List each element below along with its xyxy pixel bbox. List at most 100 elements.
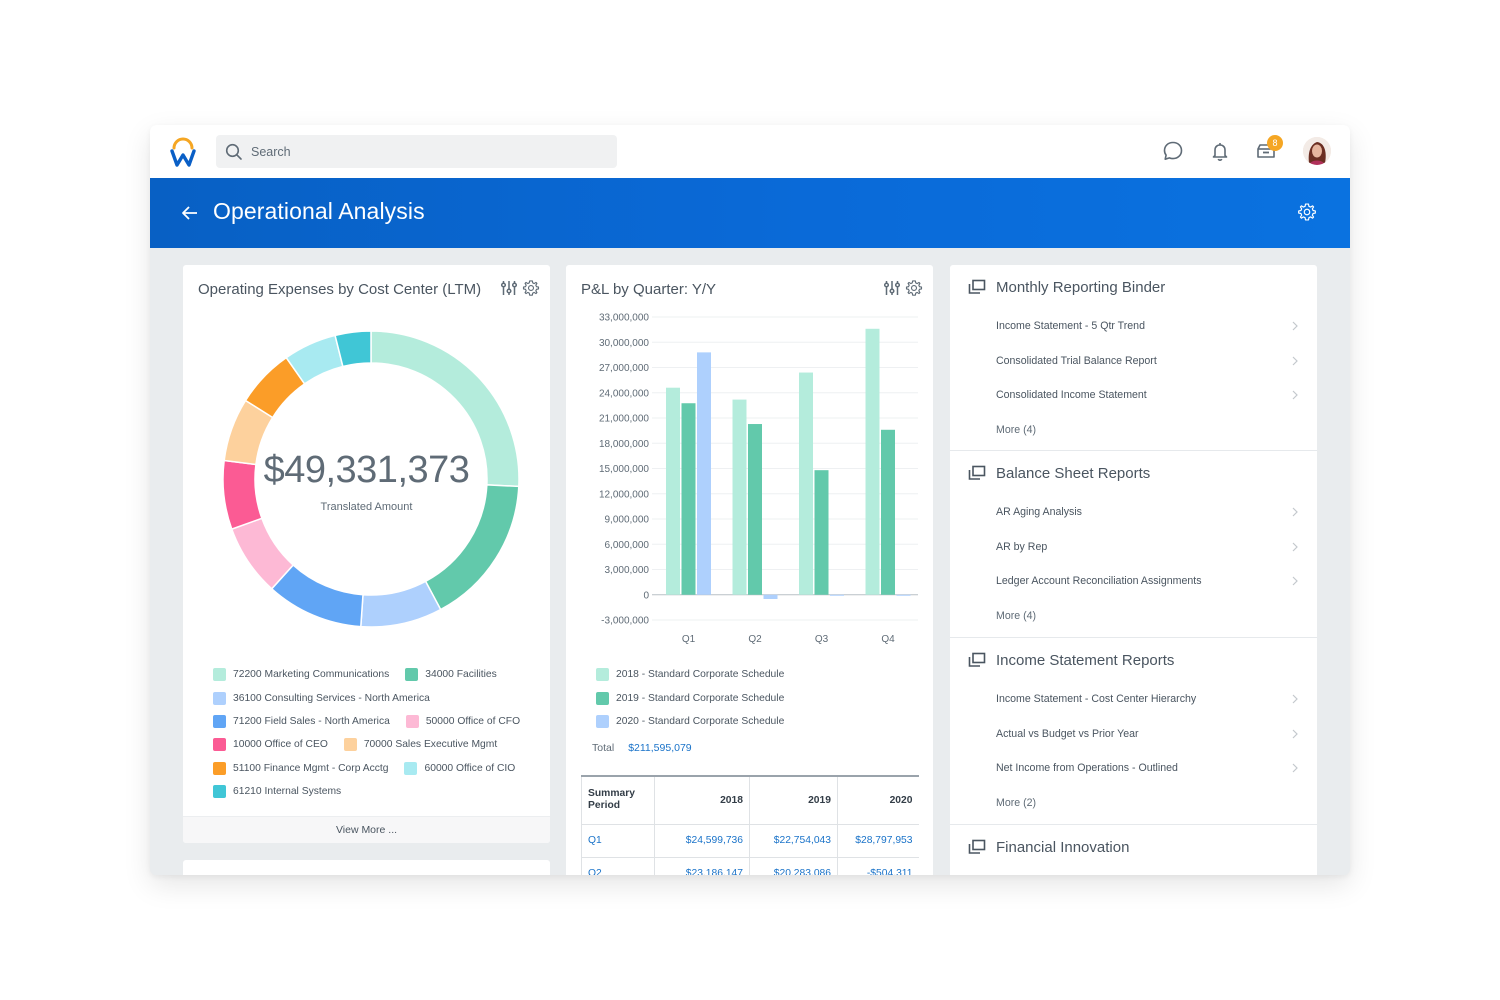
report-link[interactable]: Net Income from Operations - Outlined xyxy=(950,751,1317,785)
more-link[interactable]: More (2) xyxy=(950,785,1317,821)
chevron-right-icon xyxy=(1292,356,1298,366)
legend-item[interactable]: 36100 Consulting Services - North Americ… xyxy=(213,691,430,705)
filter-sliders-icon[interactable] xyxy=(500,279,518,297)
report-section-header[interactable]: Balance Sheet Reports xyxy=(950,451,1317,495)
chevron-right-icon xyxy=(1292,763,1298,773)
report-section: Financial Innovation xyxy=(950,825,1317,875)
bar[interactable] xyxy=(865,328,880,595)
report-section-header[interactable]: Monthly Reporting Binder xyxy=(950,265,1317,309)
legend-item[interactable]: 10000 Office of CEO xyxy=(213,738,328,752)
legend-item[interactable]: 2020 - Standard Corporate Schedule xyxy=(596,710,784,733)
search-bar[interactable] xyxy=(216,135,617,168)
bar[interactable] xyxy=(748,424,762,595)
report-link-label: Income Statement - Cost Center Hierarchy xyxy=(996,693,1197,706)
table-cell-link[interactable]: $28,797,953 xyxy=(837,823,919,858)
legend-item[interactable]: 70000 Sales Executive Mgmt xyxy=(343,738,497,752)
bar[interactable] xyxy=(881,429,895,595)
y-tick-label: 30,000,000 xyxy=(599,338,649,349)
total-value-link[interactable]: $211,595,079 xyxy=(628,742,691,754)
gear-icon[interactable] xyxy=(1297,202,1317,222)
legend-item[interactable]: 50000 Office of CFO xyxy=(405,714,520,728)
legend-row: 10000 Office of CEO 70000 Sales Executive… xyxy=(213,733,543,756)
more-link[interactable]: More (4) xyxy=(950,412,1317,448)
y-tick-label: 3,000,000 xyxy=(605,565,650,576)
more-link[interactable]: More (4) xyxy=(950,598,1317,634)
legend-item[interactable]: 60000 Office of CIO xyxy=(404,761,516,775)
report-link[interactable]: Consolidated Trial Balance Report xyxy=(950,343,1317,377)
legend-label: 60000 Office of CIO xyxy=(424,762,516,774)
table-cell-link[interactable]: Q1 xyxy=(581,823,655,858)
table-cell-link[interactable]: $23,186,147 xyxy=(654,856,750,875)
report-section: Income Statement Reports Income Statement… xyxy=(950,638,1317,825)
column-header[interactable]: 2020 xyxy=(837,775,919,825)
workday-logo[interactable] xyxy=(170,136,196,168)
report-link-label: Consolidated Income Statement xyxy=(996,388,1147,401)
arrow-left-icon[interactable] xyxy=(180,203,200,223)
bar[interactable] xyxy=(763,594,778,599)
report-link[interactable]: Ledger Account Reconciliation Assignment… xyxy=(950,564,1317,598)
chat-icon[interactable] xyxy=(1161,139,1185,163)
table-cell-link[interactable]: $20,283,086 xyxy=(749,856,838,875)
search-input[interactable] xyxy=(251,144,581,159)
y-tick-label: -3,000,000 xyxy=(601,616,649,627)
legend-item[interactable]: 51100 Finance Mgmt - Corp Acctg xyxy=(213,761,389,775)
table-row: Q2 $23,186,147 $20,283,086 -$504,311 xyxy=(581,856,919,875)
donut-slice[interactable] xyxy=(359,580,442,628)
table-cell-link[interactable]: -$504,311 xyxy=(837,856,919,875)
report-link-label: Actual vs Budget vs Prior Year xyxy=(996,727,1139,740)
view-more-button[interactable]: View More ... xyxy=(183,816,550,843)
report-section-title: Monthly Reporting Binder xyxy=(996,278,1166,296)
y-tick-label: 24,000,000 xyxy=(599,388,649,399)
user-photo-icon xyxy=(1303,137,1331,165)
column-header[interactable]: Summary Period xyxy=(581,775,655,825)
report-link[interactable]: AR Aging Analysis xyxy=(950,495,1317,529)
column-header[interactable]: 2019 xyxy=(749,775,838,825)
column-header[interactable]: 2018 xyxy=(654,775,750,825)
bar[interactable] xyxy=(666,387,680,595)
legend-item[interactable]: 71200 Field Sales - North America xyxy=(213,714,390,728)
bar[interactable] xyxy=(896,594,911,596)
report-section-header[interactable]: Financial Innovation xyxy=(950,825,1317,869)
report-section-header[interactable]: Income Statement Reports xyxy=(950,638,1317,682)
report-link[interactable]: Consolidated Income Statement xyxy=(950,378,1317,412)
legend-swatch xyxy=(596,714,609,728)
report-link[interactable]: Actual vs Budget vs Prior Year xyxy=(950,716,1317,750)
legend-label: 2020 - Standard Corporate Schedule xyxy=(616,715,785,727)
report-link[interactable]: Income Statement - Cost Center Hierarchy xyxy=(950,682,1317,716)
legend-label: 51100 Finance Mgmt - Corp Acctg xyxy=(233,762,389,774)
legend-label: 34000 Facilities xyxy=(425,669,497,681)
table-header-row: Summary Period 2018 2019 2020 xyxy=(581,775,919,825)
donut-total: $49,331,373 xyxy=(263,449,470,491)
bar[interactable] xyxy=(732,399,747,595)
table-cell-link[interactable]: $24,599,736 xyxy=(654,823,750,858)
legend-label: 36100 Consulting Services - North Americ… xyxy=(233,692,430,704)
report-link[interactable]: AR by Rep xyxy=(950,529,1317,563)
filter-sliders-icon[interactable] xyxy=(883,279,901,297)
bar[interactable] xyxy=(681,403,696,595)
y-tick-label: 21,000,000 xyxy=(599,414,649,425)
legend-item[interactable]: 34000 Facilities xyxy=(405,668,497,682)
report-sections: Monthly Reporting Binder Income Statement… xyxy=(950,265,1317,875)
avatar[interactable] xyxy=(1303,137,1331,165)
legend-item[interactable]: 61210 Internal Systems xyxy=(213,785,341,799)
report-binder-icon xyxy=(968,465,986,480)
bell-icon[interactable] xyxy=(1208,139,1232,163)
bar[interactable] xyxy=(830,594,844,596)
gear-icon[interactable] xyxy=(905,279,923,297)
gear-icon[interactable] xyxy=(522,279,540,297)
y-tick-label: 27,000,000 xyxy=(599,363,649,374)
bar[interactable] xyxy=(697,352,711,595)
report-section-title: Income Statement Reports xyxy=(996,651,1175,669)
x-tick-label: Q4 xyxy=(881,634,895,645)
table-row: Q1 $24,599,736 $22,754,043 $28,797,953 xyxy=(581,823,919,858)
report-section: Monthly Reporting Binder Income Statement… xyxy=(950,265,1317,451)
legend-item[interactable]: 72200 Marketing Communications xyxy=(213,668,389,682)
table-cell-link[interactable]: Q2 xyxy=(581,856,655,875)
bar[interactable] xyxy=(814,470,829,595)
legend-swatch xyxy=(596,691,609,705)
bar[interactable] xyxy=(799,372,813,595)
legend-item[interactable]: 2018 - Standard Corporate Schedule xyxy=(596,663,784,686)
report-link[interactable]: Income Statement - 5 Qtr Trend xyxy=(950,309,1317,343)
legend-item[interactable]: 2019 - Standard Corporate Schedule xyxy=(596,686,784,709)
table-cell-link[interactable]: $22,754,043 xyxy=(749,823,838,858)
